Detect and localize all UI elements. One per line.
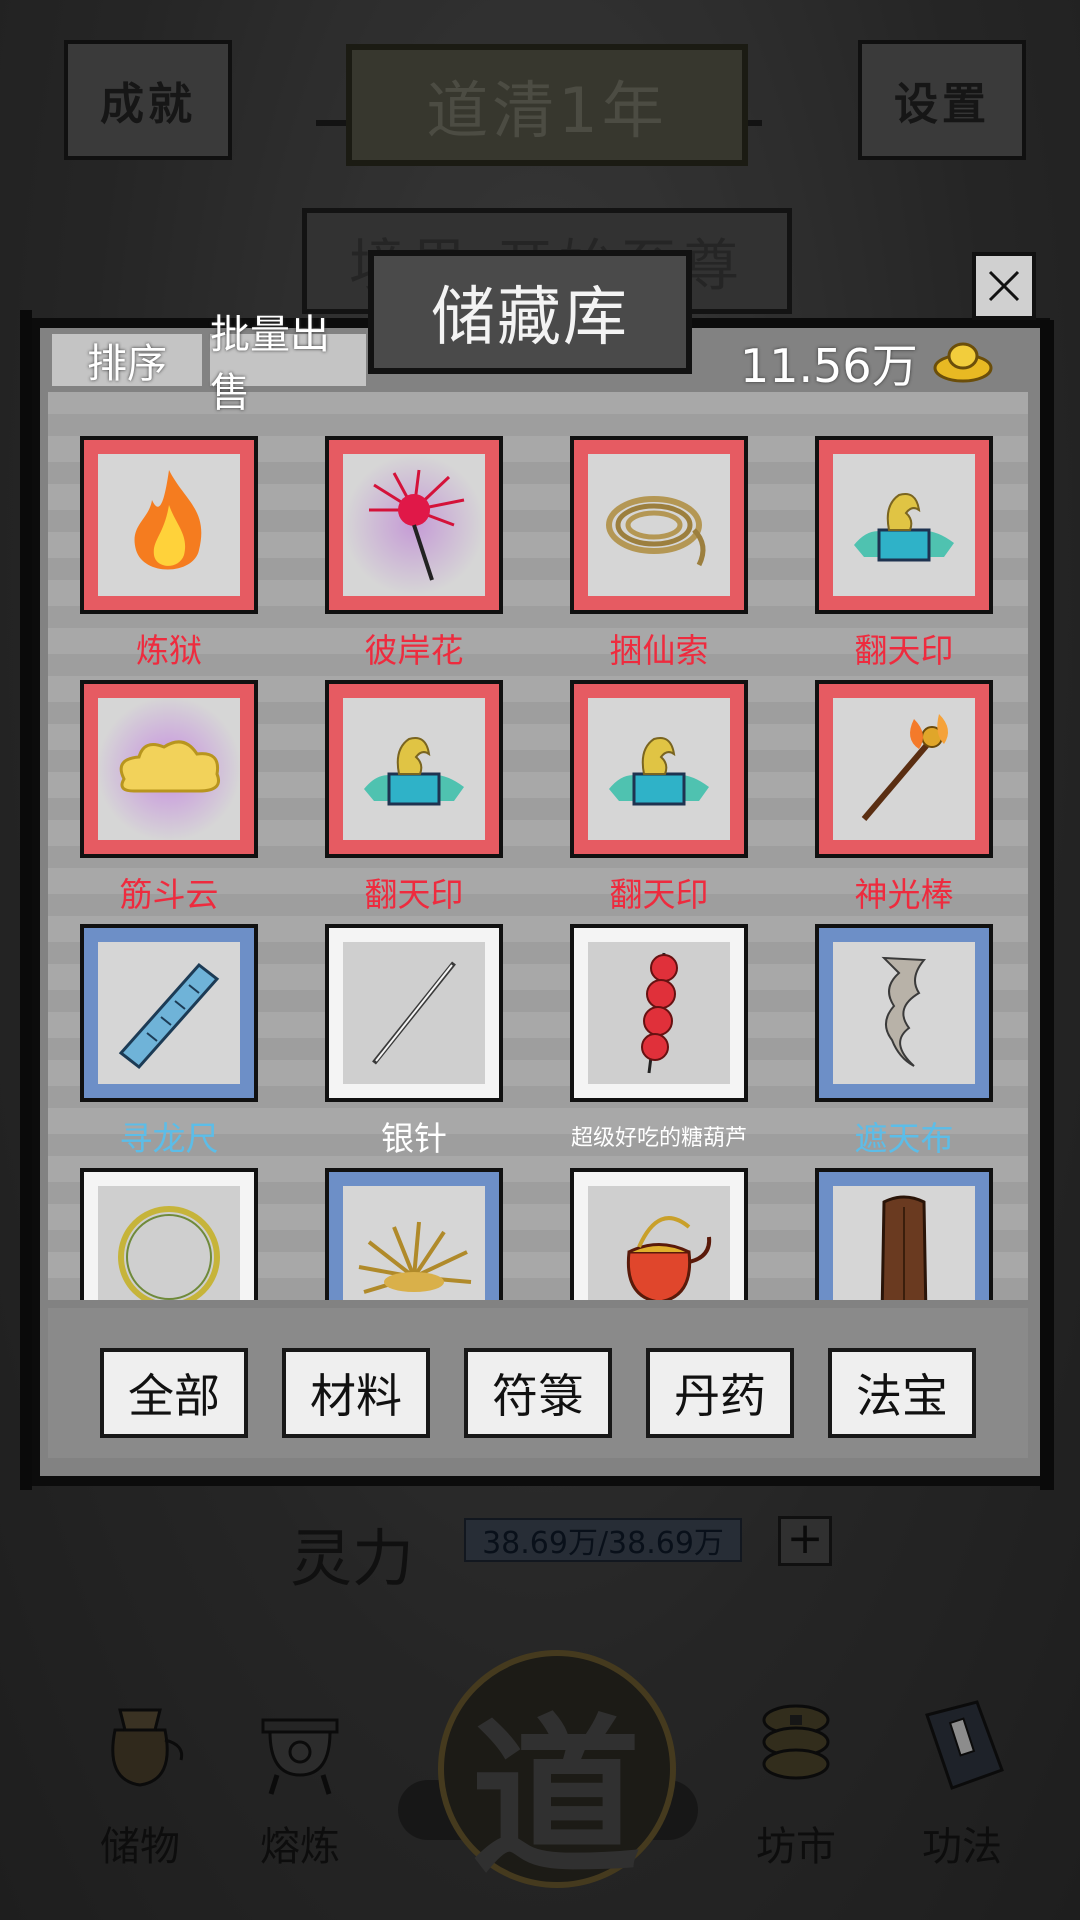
item-slot[interactable]: 寻龙尺 <box>80 924 258 1162</box>
candied-haws-icon <box>641 952 678 1074</box>
bulk-sell-label: 批量出售 <box>210 312 330 416</box>
item-frame <box>815 924 993 1102</box>
item-slot[interactable] <box>815 1168 993 1300</box>
item-slot[interactable]: 翻天印 <box>570 680 748 918</box>
item-slot[interactable]: 翻天印 <box>325 680 503 918</box>
cloud-icon <box>119 740 220 793</box>
item-frame <box>570 924 748 1102</box>
item-name: 翻天印 <box>854 631 954 670</box>
item-slot[interactable]: 超级好吃的糖葫芦 <box>570 924 748 1162</box>
dragon-seal-icon <box>364 737 464 806</box>
item-frame <box>80 924 258 1102</box>
item-name: 遮天布 <box>854 1119 954 1158</box>
item-slot[interactable]: 炼狱 <box>80 436 258 674</box>
item-name: 彼岸花 <box>364 631 464 670</box>
category-tabs: 全部 材料 符箓 丹药 法宝 <box>48 1308 1028 1458</box>
item-frame <box>80 436 258 614</box>
item-name: 寻龙尺 <box>119 1119 219 1158</box>
item-name: 捆仙索 <box>609 631 709 670</box>
item-name: 银针 <box>381 1119 447 1158</box>
item-name: 筋斗云 <box>119 875 219 914</box>
item-frame <box>815 436 993 614</box>
item-slot[interactable] <box>325 1168 503 1300</box>
ruler-icon <box>118 962 220 1070</box>
tablet-icon <box>880 1195 928 1300</box>
item-name: 翻天印 <box>364 875 464 914</box>
tab-artifacts[interactable]: 法宝 <box>828 1348 976 1438</box>
item-slot[interactable]: 遮天布 <box>815 924 993 1162</box>
teapot-icon <box>626 1216 712 1300</box>
item-grid[interactable]: 炼狱 彼岸花 捆仙索 翻天印 筋斗云 翻天印 翻天印 神光棒 寻龙尺 银针 超级… <box>48 392 1028 1300</box>
dragon-seal-icon <box>609 737 709 806</box>
modal-edge-left <box>20 310 32 1490</box>
item-frame <box>80 1168 258 1300</box>
item-frame <box>815 680 993 858</box>
modal-title-text: 储藏库 <box>431 281 629 355</box>
item-frame <box>325 680 503 858</box>
ring-icon <box>118 1206 220 1300</box>
burst-icon <box>358 1221 472 1294</box>
staff-icon <box>861 714 948 821</box>
tab-talismans-label: 符箓 <box>492 1369 584 1423</box>
item-frame <box>570 680 748 858</box>
flame-icon <box>134 470 202 570</box>
item-frame <box>325 924 503 1102</box>
tab-artifacts-label: 法宝 <box>856 1369 948 1423</box>
item-frame <box>325 436 503 614</box>
item-name: 神光棒 <box>854 875 954 914</box>
item-slot[interactable]: 神光棒 <box>815 680 993 918</box>
item-slot[interactable]: 筋斗云 <box>80 680 258 918</box>
item-slot[interactable]: 翻天印 <box>815 436 993 674</box>
needle-icon <box>372 961 456 1065</box>
cloth-icon <box>881 956 927 1067</box>
tab-all-label: 全部 <box>128 1369 220 1423</box>
item-frame <box>570 1168 748 1300</box>
item-name: 炼狱 <box>136 631 202 670</box>
tab-pills-label: 丹药 <box>674 1369 766 1423</box>
item-slot[interactable] <box>570 1168 748 1300</box>
modal-title: 储藏库 <box>368 250 692 374</box>
item-frame <box>815 1168 993 1300</box>
sort-label: 排序 <box>87 341 167 387</box>
close-button[interactable] <box>972 252 1036 320</box>
item-name: 超级好吃的糖葫芦 <box>570 1126 747 1151</box>
tab-pills[interactable]: 丹药 <box>646 1348 794 1438</box>
item-slot[interactable]: 捆仙索 <box>570 436 748 674</box>
spider-lily-icon <box>369 469 465 581</box>
money-amount: 11.56万 <box>740 339 918 393</box>
close-icon <box>988 270 1020 302</box>
dragon-seal-icon <box>854 493 954 562</box>
tab-materials[interactable]: 材料 <box>282 1348 430 1438</box>
modal-edge-right <box>1040 320 1054 1490</box>
item-frame <box>80 680 258 858</box>
tab-all[interactable]: 全部 <box>100 1348 248 1438</box>
item-slot[interactable]: 银针 <box>325 924 503 1162</box>
item-frame <box>570 436 748 614</box>
tab-talismans[interactable]: 符箓 <box>464 1348 612 1438</box>
tab-materials-label: 材料 <box>310 1369 402 1423</box>
item-frame <box>325 1168 503 1300</box>
gold-ingot-icon <box>933 342 993 383</box>
item-slot[interactable] <box>80 1168 258 1300</box>
item-name: 翻天印 <box>609 875 709 914</box>
item-slot[interactable]: 彼岸花 <box>325 436 503 674</box>
sort-button[interactable]: 排序 <box>52 334 202 387</box>
rope-icon <box>606 496 706 567</box>
bulk-sell-button[interactable]: 批量出售 <box>210 312 366 416</box>
